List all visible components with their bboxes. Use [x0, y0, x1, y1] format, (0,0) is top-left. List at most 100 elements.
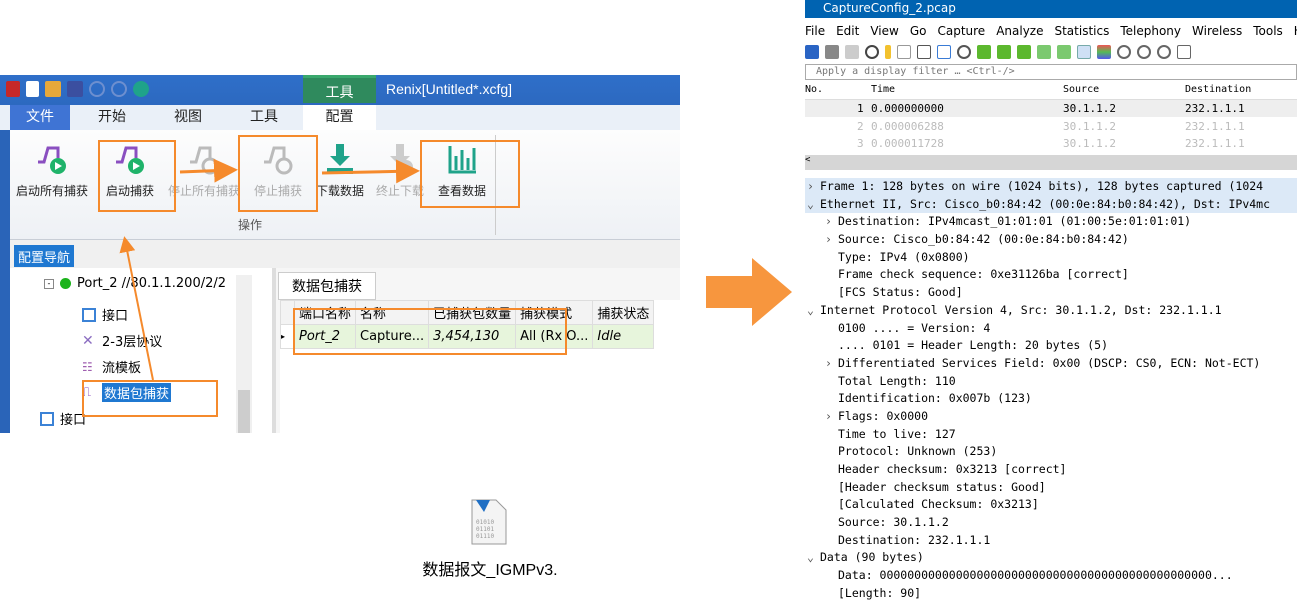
detail-text: [FCS Status: Good]	[838, 285, 963, 300]
detail-line[interactable]: Type: IPv4 (0x0800)	[805, 249, 1297, 267]
cell: 232.1.1.1	[1185, 137, 1245, 150]
detail-text: [Header checksum status: Good]	[838, 479, 1046, 494]
menu-view[interactable]: View	[870, 24, 898, 38]
detail-text: .... 0101 = Header Length: 20 bytes (5)	[838, 338, 1109, 353]
detail-line[interactable]: [Length: 90]	[805, 585, 1297, 603]
detail-text: Header checksum: 0x3213 [correct]	[838, 462, 1067, 476]
colorize-icon[interactable]	[1097, 45, 1111, 59]
detail-line[interactable]: › Source: Cisco_b0:84:42 (00:0e:84:b0:84:…	[805, 231, 1297, 249]
options-icon[interactable]	[865, 45, 879, 59]
detail-line[interactable]: Frame check sequence: 0xe31126ba [correc…	[805, 266, 1297, 284]
arrow	[119, 236, 154, 381]
zoom-reset-icon[interactable]	[1157, 45, 1171, 59]
zoom-out-icon[interactable]	[1137, 45, 1151, 59]
close-icon[interactable]	[917, 45, 931, 59]
zoom-in-icon[interactable]	[1117, 45, 1131, 59]
detail-line[interactable]: Data: 0000000000000000000000000000000000…	[805, 567, 1297, 585]
detail-line[interactable]: Time to live: 127	[805, 426, 1297, 444]
file-label[interactable]: 数据报文_IGMPv3.	[400, 556, 580, 580]
svg-text:01110: 01110	[476, 533, 494, 540]
detail-line[interactable]: .... 0101 = Header Length: 20 bytes (5)	[805, 337, 1297, 355]
expand-icon[interactable]: ›	[825, 408, 832, 426]
collapse-icon[interactable]: ⌄	[807, 302, 814, 320]
detail-text: Data (90 bytes)	[820, 550, 924, 565]
detail-line[interactable]: 0100 .... = Version: 4	[805, 320, 1297, 338]
autoscroll-icon[interactable]	[1077, 45, 1091, 59]
resize-columns-icon[interactable]	[1177, 45, 1191, 59]
menu-tools[interactable]: Tools	[1253, 24, 1283, 38]
horizontal-scrollbar[interactable]: <	[805, 155, 1297, 170]
start-capture-icon[interactable]	[805, 45, 819, 59]
col-no[interactable]: No.	[805, 84, 823, 95]
pcap-file-icon[interactable]: 010100110101110	[468, 498, 510, 546]
detail-text: Type: IPv4 (0x0800)	[838, 249, 970, 264]
packet-row[interactable]: 2 0.000006288 30.1.1.2 232.1.1.1	[805, 118, 1297, 135]
detail-text: Time to live: 127	[838, 426, 956, 441]
detail-line[interactable]: ⌄ Data (90 bytes)	[805, 549, 1297, 567]
collapse-icon[interactable]: ⌄	[807, 196, 814, 214]
go-to-icon[interactable]	[1017, 45, 1031, 59]
detail-line[interactable]: [Header checksum status: Good]	[805, 479, 1297, 497]
cell: 30.1.1.2	[1063, 119, 1116, 133]
col-time[interactable]: Time	[871, 84, 895, 95]
detail-text: Protocol: Unknown (253)	[838, 444, 998, 459]
save-icon[interactable]	[897, 45, 911, 59]
last-icon[interactable]	[1057, 45, 1071, 59]
expand-icon[interactable]: ›	[825, 355, 832, 373]
menu-analyze[interactable]: Analyze	[996, 24, 1043, 38]
packet-row[interactable]: 1 0.000000000 30.1.1.2 232.1.1.1	[805, 100, 1297, 117]
packet-list-header: No. Time Source Destination	[805, 82, 1297, 100]
menu-telephony[interactable]: Telephony	[1120, 24, 1181, 38]
detail-line[interactable]: › Differentiated Services Field: 0x00 (DS…	[805, 355, 1297, 373]
menu-file[interactable]: File	[805, 24, 825, 38]
detail-line[interactable]: [Calculated Checksum: 0x3213]	[805, 496, 1297, 514]
expand-icon[interactable]: ›	[825, 213, 832, 231]
restart-icon[interactable]	[845, 45, 859, 59]
svg-text:01010: 01010	[476, 519, 494, 526]
menu-go[interactable]: Go	[910, 24, 927, 38]
cell: 232.1.1.1	[1185, 119, 1245, 133]
annotation-arrows	[119, 158, 420, 381]
detail-line[interactable]: Protocol: Unknown (253)	[805, 443, 1297, 461]
menu-wireless[interactable]: Wireless	[1192, 24, 1242, 38]
detail-line[interactable]: ⌄ Internet Protocol Version 4, Src: 30.1.…	[805, 302, 1297, 320]
reload-icon[interactable]	[937, 45, 951, 59]
expand-icon[interactable]: ›	[825, 231, 832, 249]
detail-line[interactable]: Identification: 0x007b (123)	[805, 390, 1297, 408]
detail-text: Flags: 0x0000	[838, 408, 929, 423]
back-icon[interactable]	[977, 45, 991, 59]
detail-line[interactable]: Header checksum: 0x3213 [correct]	[805, 461, 1297, 479]
detail-text: Differentiated Services Field: 0x00 (DSC…	[838, 355, 1261, 370]
detail-text: Frame 1: 128 bytes on wire (1024 bits), …	[820, 179, 1264, 193]
display-filter-input[interactable]: Apply a display filter … <Ctrl-/>	[805, 64, 1297, 80]
collapse-icon[interactable]: ⌄	[807, 549, 814, 567]
stop-icon[interactable]	[825, 45, 839, 59]
find-icon[interactable]	[957, 45, 971, 59]
forward-icon[interactable]	[997, 45, 1011, 59]
detail-text: Identification: 0x007b (123)	[838, 391, 1032, 406]
menu-statistics[interactable]: Statistics	[1054, 24, 1109, 38]
detail-line[interactable]: › Frame 1: 128 bytes on wire (1024 bits),…	[805, 178, 1297, 196]
detail-text: Data: 0000000000000000000000000000000000…	[838, 568, 1233, 583]
scroll-left-icon[interactable]: <	[805, 155, 810, 165]
arrow	[179, 158, 238, 183]
packet-row[interactable]: 3 0.000011728 30.1.1.2 232.1.1.1	[805, 135, 1297, 152]
detail-line[interactable]: › Flags: 0x0000	[805, 408, 1297, 426]
col-source[interactable]: Source	[1063, 84, 1099, 95]
menu-capture[interactable]: Capture	[937, 24, 985, 38]
expand-icon[interactable]: ›	[807, 178, 814, 196]
detail-text: [Length: 90]	[838, 585, 922, 600]
detail-line[interactable]: › Destination: IPv4mcast_01:01:01 (01:00:…	[805, 213, 1297, 231]
detail-line[interactable]: Destination: 232.1.1.1	[805, 532, 1297, 550]
big-right-arrow-icon	[706, 258, 792, 326]
first-icon[interactable]	[1037, 45, 1051, 59]
detail-line[interactable]: ⌄ Ethernet II, Src: Cisco_b0:84:42 (00:0e…	[805, 195, 1297, 214]
cell: 3	[857, 137, 864, 150]
menu-edit[interactable]: Edit	[836, 24, 859, 38]
detail-line[interactable]: [FCS Status: Good]	[805, 284, 1297, 302]
detail-text: Source: Cisco_b0:84:42 (00:0e:84:b0:84:4…	[838, 232, 1129, 247]
detail-line[interactable]: Source: 30.1.1.2	[805, 514, 1297, 532]
detail-line[interactable]: Total Length: 110	[805, 373, 1297, 391]
col-destination[interactable]: Destination	[1185, 84, 1251, 95]
open-icon[interactable]	[885, 45, 891, 59]
